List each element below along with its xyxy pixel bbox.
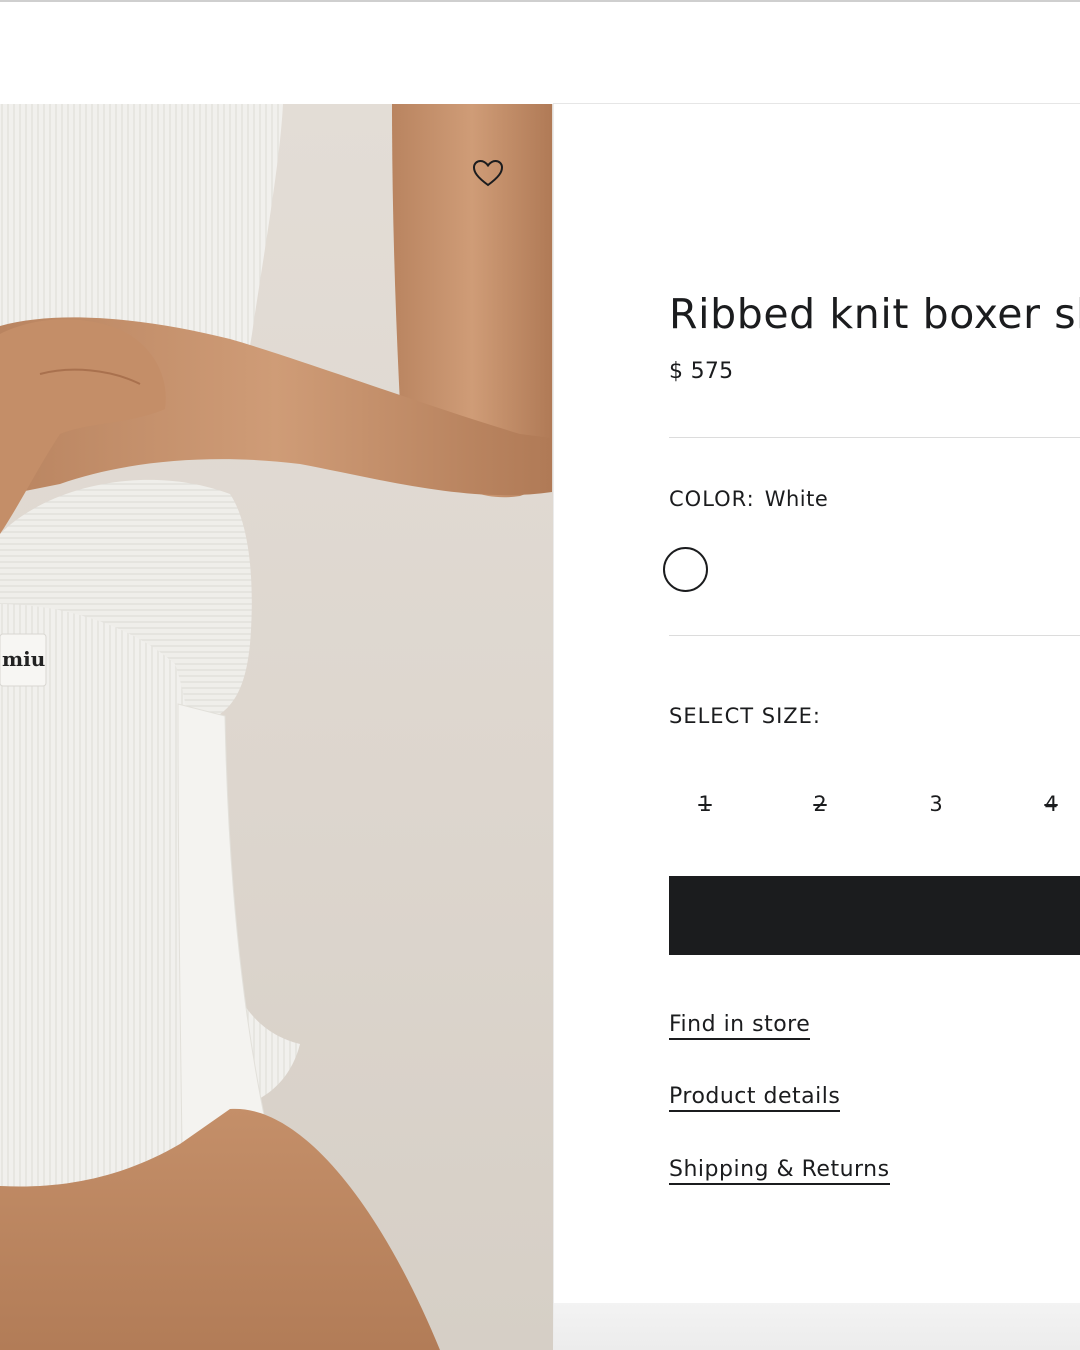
product-price: $ 575 — [669, 359, 734, 384]
find-in-store-link[interactable]: Find in store — [669, 1012, 811, 1040]
site-header — [0, 2, 1080, 102]
product-photo: miu — [0, 104, 552, 1350]
color-swatch-white[interactable] — [663, 547, 708, 592]
divider-after-color — [669, 635, 1080, 636]
product-details-link[interactable]: Product details — [669, 1084, 841, 1112]
selected-color-value: White — [764, 487, 829, 511]
size-option-2[interactable]: 2 — [800, 792, 840, 816]
product-info-panel: Ribbed knit boxer shorts $ 575 COLOR: Whi… — [554, 104, 1080, 1350]
divider-after-price — [669, 437, 1080, 438]
add-to-bag-button[interactable] — [669, 876, 1080, 955]
wishlist-button[interactable] — [466, 153, 510, 193]
size-option-1[interactable]: 1 — [685, 792, 725, 816]
side-tape-shape — [177, 703, 269, 1147]
size-option-3[interactable]: 3 — [916, 792, 956, 816]
product-image[interactable]: miu — [0, 104, 553, 1350]
color-row: COLOR: White — [669, 487, 828, 511]
logo-label-text: miu — [2, 647, 45, 671]
shipping-returns-link[interactable]: Shipping & Returns — [669, 1157, 890, 1185]
product-page: miu Ribbed knit boxer shorts $ 575 COLOR… — [0, 0, 1080, 1350]
select-size-label: SELECT SIZE: — [669, 704, 821, 728]
heart-outline-icon — [472, 159, 504, 187]
product-title: Ribbed knit boxer shorts — [669, 290, 1080, 338]
size-option-4[interactable]: 4 — [1031, 792, 1071, 816]
color-label: COLOR: — [669, 487, 755, 511]
footer-strip — [554, 1303, 1080, 1350]
